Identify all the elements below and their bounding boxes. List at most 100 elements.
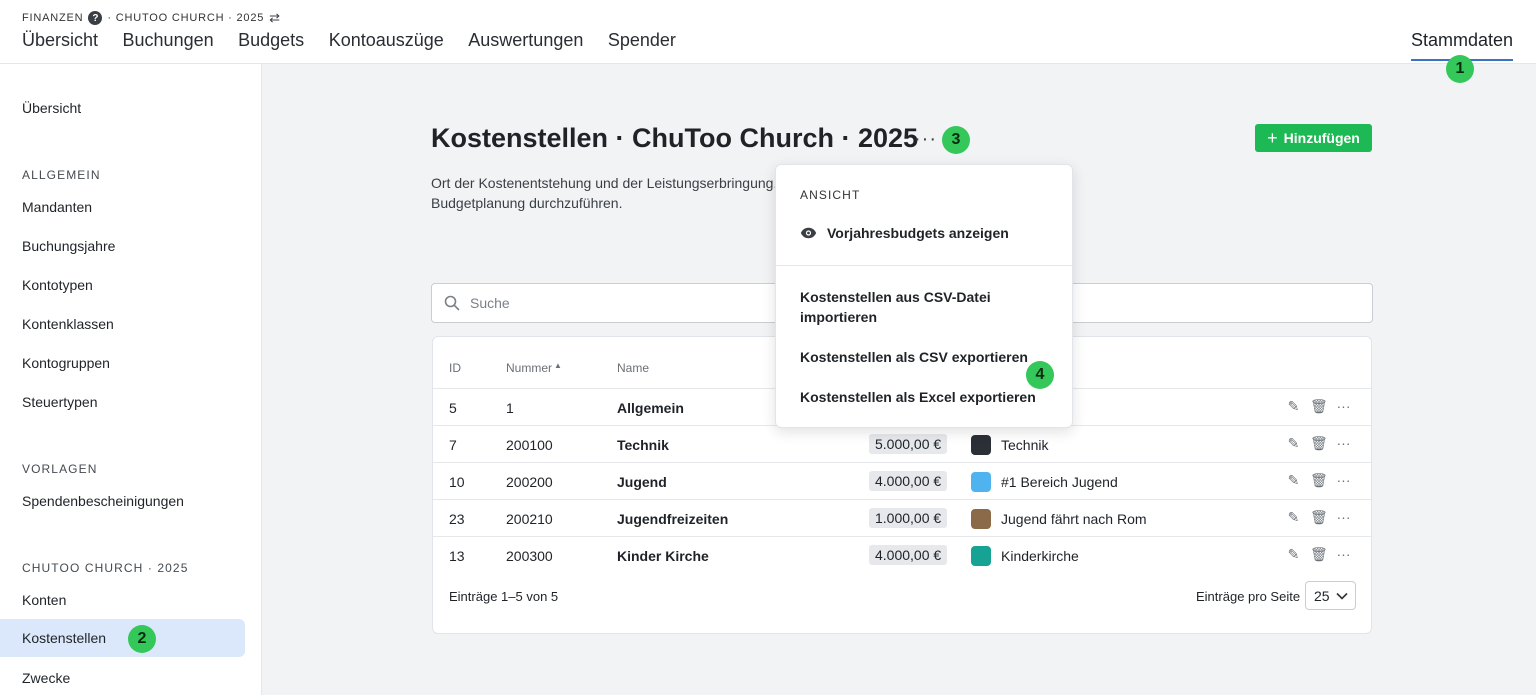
row-name: Jugendfreizeiten (617, 511, 729, 527)
trash-icon[interactable]: 🗑 (1310, 398, 1328, 415)
more-icon[interactable]: ··· (1335, 398, 1352, 415)
table-row[interactable]: 13 200300 Kinder Kirche 4.000,00 € Kinde… (433, 536, 1371, 573)
per-page-value: 25 (1314, 587, 1330, 604)
per-page-label: Einträge pro Seite (1196, 589, 1301, 604)
row-actions: ✎ 🗑 ··· (1285, 546, 1352, 563)
edit-icon[interactable]: ✎ (1285, 546, 1302, 563)
top-bar: FINANZEN ? · CHUTOO CHURCH · 2025 ⇄ Über… (0, 0, 1536, 64)
entries-count: Einträge 1–5 von 5 (449, 589, 559, 604)
sidebar-item-cost-centers[interactable]: Kostenstellen (0, 619, 245, 657)
main-nav: Übersicht Buchungen Budgets Kontoauszüge… (22, 30, 700, 51)
trash-icon[interactable]: 🗑 (1310, 472, 1328, 489)
sidebar-item-overview[interactable]: Übersicht (0, 89, 245, 127)
sidebar-section-general: ALLGEMEIN (22, 168, 101, 182)
edit-icon[interactable]: ✎ (1285, 435, 1302, 452)
swap-icon[interactable]: ⇄ (269, 10, 280, 26)
row-actions: ✎ 🗑 ··· (1285, 472, 1352, 489)
nav-reports[interactable]: Auswertungen (468, 30, 583, 51)
sidebar-item-tax-types[interactable]: Steuertypen (0, 383, 245, 421)
purpose-logo (971, 509, 991, 529)
chevron-down-icon (1336, 592, 1348, 600)
row-id: 7 (449, 437, 457, 453)
export-excel-item[interactable]: Kostenstellen als Excel exportieren (800, 387, 1036, 407)
table-row[interactable]: 10 200200 Jugend 4.000,00 € #1 Bereich J… (433, 462, 1371, 499)
row-number: 1 (506, 400, 514, 416)
step-badge-2: 2 (128, 625, 156, 653)
table-row[interactable]: 23 200210 Jugendfreizeiten 1.000,00 € Ju… (433, 499, 1371, 536)
dropdown-divider (776, 265, 1072, 266)
add-button[interactable]: + Hinzufügen (1255, 124, 1372, 152)
row-name: Allgemein (617, 400, 684, 416)
row-name: Kinder Kirche (617, 548, 709, 564)
more-icon[interactable]: ··· (1335, 509, 1352, 526)
plus-icon: + (1267, 128, 1278, 148)
row-purpose: Jugend fährt nach Rom (1001, 511, 1147, 527)
show-previous-budgets-item[interactable]: Vorjahresbudgets anzeigen (800, 223, 1009, 243)
more-icon[interactable]: ··· (914, 128, 937, 151)
actions-dropdown: ANSICHT Vorjahresbudgets anzeigen Kosten… (775, 164, 1073, 428)
step-badge-1: 1 (1446, 55, 1474, 83)
nav-statements[interactable]: Kontoauszüge (329, 30, 444, 51)
step-badge-4: 4 (1026, 361, 1054, 389)
column-header-number[interactable]: Nummer ▲ (506, 361, 562, 375)
more-icon[interactable]: ··· (1335, 472, 1352, 489)
step-badge-3: 3 (942, 126, 970, 154)
nav-overview[interactable]: Übersicht (22, 30, 98, 51)
import-csv-item[interactable]: Kostenstellen aus CSV-Datei importieren (800, 287, 1000, 327)
column-header-id[interactable]: ID (449, 361, 461, 375)
row-id: 13 (449, 548, 465, 564)
nav-donors[interactable]: Spender (608, 30, 676, 51)
row-name: Jugend (617, 474, 667, 490)
row-actions: ✎ 🗑 ··· (1285, 435, 1352, 452)
row-id: 23 (449, 511, 465, 527)
row-budget: 4.000,00 € (869, 471, 948, 491)
row-id: 10 (449, 474, 465, 490)
edit-icon[interactable]: ✎ (1285, 509, 1302, 526)
breadcrumb: FINANZEN ? · CHUTOO CHURCH · 2025 ⇄ (22, 10, 280, 26)
nav-budgets[interactable]: Budgets (238, 30, 304, 51)
row-purpose: Technik (1001, 437, 1049, 453)
row-id: 5 (449, 400, 457, 416)
trash-icon[interactable]: 🗑 (1310, 509, 1328, 526)
row-purpose: #1 Bereich Jugend (1001, 474, 1118, 490)
sort-asc-icon: ▲ (554, 361, 562, 370)
sidebar-item-account-types[interactable]: Kontotypen (0, 266, 245, 304)
purpose-logo (971, 546, 991, 566)
purpose-logo (971, 472, 991, 492)
sidebar-item-fiscal-years[interactable]: Buchungsjahre (0, 227, 245, 265)
sidebar-item-accounts[interactable]: Konten (0, 581, 245, 619)
page-title: Kostenstellen · ChuToo Church · 2025 (431, 123, 919, 153)
sidebar-item-donation-receipts[interactable]: Spendenbescheinigungen (0, 482, 245, 520)
sidebar-item-account-classes[interactable]: Kontenklassen (0, 305, 245, 343)
column-header-number-label: Nummer (506, 361, 553, 375)
breadcrumb-context[interactable]: · CHUTOO CHURCH · 2025 (107, 12, 264, 24)
row-number: 200300 (506, 548, 553, 564)
row-number: 200200 (506, 474, 553, 490)
more-icon[interactable]: ··· (1335, 435, 1352, 452)
sidebar: Übersicht ALLGEMEIN Mandanten Buchungsja… (0, 64, 262, 695)
nav-bookings[interactable]: Buchungen (123, 30, 214, 51)
trash-icon[interactable]: 🗑 (1310, 435, 1328, 452)
row-budget: 1.000,00 € (869, 508, 948, 528)
table-row[interactable]: 7 200100 Technik 5.000,00 € Technik ✎ 🗑 … (433, 425, 1371, 462)
sidebar-item-account-groups[interactable]: Kontogruppen (0, 344, 245, 382)
help-icon[interactable]: ? (88, 11, 103, 25)
row-budget: 5.000,00 € (869, 434, 948, 454)
sidebar-section-templates: VORLAGEN (22, 462, 98, 476)
column-header-name[interactable]: Name (617, 361, 649, 375)
breadcrumb-section[interactable]: FINANZEN (22, 12, 83, 24)
sidebar-section-context: CHUTOO CHURCH · 2025 (22, 561, 189, 575)
per-page-select[interactable]: 25 (1305, 581, 1356, 610)
edit-icon[interactable]: ✎ (1285, 398, 1302, 415)
row-actions: ✎ 🗑 ··· (1285, 398, 1352, 415)
export-csv-item[interactable]: Kostenstellen als CSV exportieren (800, 347, 1028, 367)
page-description: Ort der Kostenentstehung und der Leistun… (431, 175, 778, 211)
sidebar-item-purposes[interactable]: Zwecke (0, 659, 245, 695)
dropdown-section-view: ANSICHT (800, 188, 861, 202)
trash-icon[interactable]: 🗑 (1310, 546, 1328, 563)
row-budget: 4.000,00 € (869, 545, 948, 565)
edit-icon[interactable]: ✎ (1285, 472, 1302, 489)
add-button-label: Hinzufügen (1283, 130, 1360, 146)
sidebar-item-clients[interactable]: Mandanten (0, 188, 245, 226)
more-icon[interactable]: ··· (1335, 546, 1352, 563)
